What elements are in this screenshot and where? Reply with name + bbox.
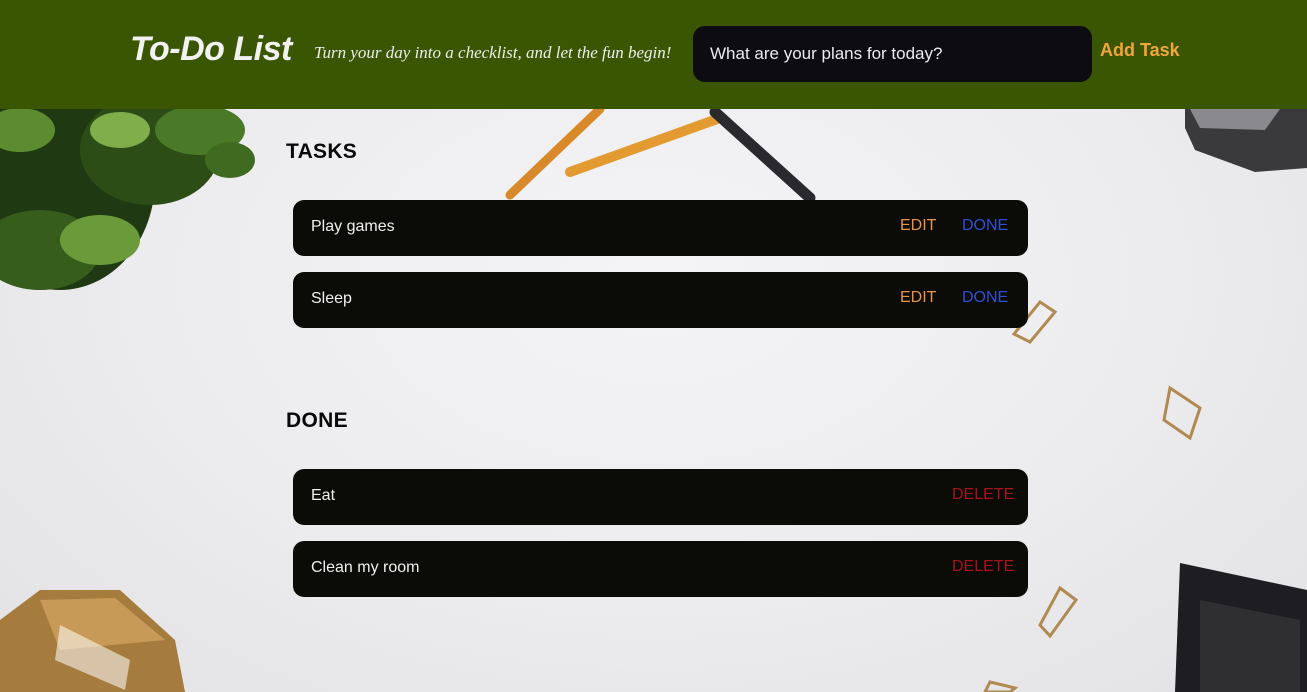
done-task-label: Eat [311,487,336,504]
task-row: Play games EDIT DONE [293,200,1028,256]
tasks-list: Play games EDIT DONE Sleep EDIT DONE [293,200,1028,344]
done-row: Eat DELETE [293,469,1028,525]
add-task-button[interactable]: Add Task [1100,40,1180,61]
done-task-label: Clean my room [311,559,420,576]
delete-button[interactable]: DELETE [952,558,1014,576]
edit-button[interactable]: EDIT [900,217,936,235]
done-button[interactable]: DONE [962,289,1008,307]
app-tagline: Turn your day into a checklist, and let … [314,43,672,62]
tasks-heading: TASKS [286,140,358,163]
done-heading: DONE [286,409,348,432]
done-button[interactable]: DONE [962,217,1008,235]
app-title: To-Do List [130,30,292,68]
task-row: Sleep EDIT DONE [293,272,1028,328]
delete-button[interactable]: DELETE [952,486,1014,504]
task-label: Sleep [311,290,352,307]
task-label: Play games [311,218,395,235]
app-header: To-Do List Turn your day into a checklis… [0,0,1307,109]
new-task-input[interactable] [693,26,1092,82]
done-list: Eat DELETE Clean my room DELETE [293,469,1028,613]
jar-decoration [0,590,185,692]
done-row: Clean my room DELETE [293,541,1028,597]
pencils-decoration [505,104,816,204]
edit-button[interactable]: EDIT [900,289,936,307]
